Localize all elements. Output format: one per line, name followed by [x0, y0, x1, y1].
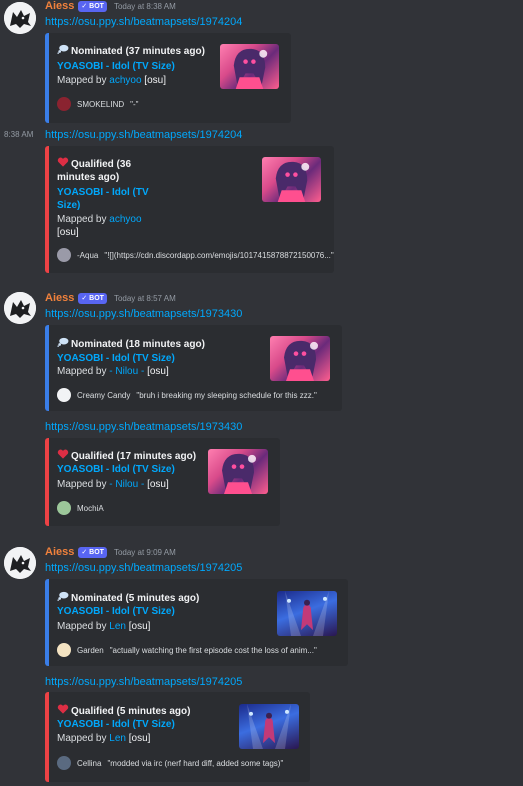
beatmap-thumbnail[interactable] — [277, 591, 337, 636]
hover-timestamp: 8:38 AM — [4, 130, 34, 139]
red-heart-icon — [57, 704, 69, 714]
bot-badge: ✓ BOT — [78, 546, 107, 558]
embed-mapper-line: Mapped by Len [osu] — [57, 621, 151, 632]
beatmap-link[interactable]: https://osu.ppy.sh/beatmapsets/1973430 — [45, 421, 242, 433]
thought-bubble-icon — [57, 44, 69, 54]
beatmap-thumbnail[interactable] — [239, 704, 299, 749]
beatmap-link[interactable]: https://osu.ppy.sh/beatmapsets/1974205 — [45, 676, 242, 688]
timestamp: Today at 8:57 AM — [113, 293, 176, 303]
user-avatar — [57, 388, 71, 402]
red-heart-icon — [57, 157, 69, 167]
embed-song-link[interactable]: YOASOBI - Idol (TV Size) — [57, 352, 175, 365]
username[interactable]: Aiess — [45, 546, 74, 558]
beatmap-thumbnail[interactable] — [208, 449, 268, 494]
embed-mapper-line: Mapped by achyoo [osu] — [57, 214, 142, 238]
wolf-logo-icon — [4, 2, 36, 34]
embed-card: Qualified (5 minutes ago) YOASOBI - Idol… — [45, 692, 310, 782]
bot-avatar[interactable] — [4, 547, 36, 579]
wolf-logo-icon — [4, 292, 36, 324]
red-heart-icon — [57, 449, 69, 459]
embed-footer: SMOKELIND "-" — [57, 97, 138, 111]
thought-bubble-icon — [57, 591, 69, 601]
embed-status: Qualified (36 minutes ago) — [57, 157, 132, 183]
beatmap-link[interactable]: https://osu.ppy.sh/beatmapsets/1974204 — [45, 129, 242, 141]
embed-accent-bar — [45, 33, 49, 123]
embed-status: Nominated (18 minutes ago) — [57, 337, 205, 351]
timestamp: Today at 8:38 AM — [113, 1, 176, 11]
embed-song-link[interactable]: YOASOBI - Idol (TV Size) — [57, 186, 149, 212]
mapper-link[interactable]: Len — [109, 733, 126, 744]
beatmap-thumbnail[interactable] — [262, 157, 321, 202]
beatmap-thumbnail[interactable] — [270, 336, 330, 381]
bot-badge: ✓ BOT — [78, 292, 107, 304]
embed-footer: Creamy Candy "bruh i breaking my sleeping… — [57, 388, 317, 402]
beatmap-link[interactable]: https://osu.ppy.sh/beatmapsets/1974205 — [45, 562, 242, 574]
message-header: Aiess ✓ BOT Today at 8:57 AM — [45, 292, 176, 304]
embed-card: Nominated (37 minutes ago) YOASOBI - Ido… — [45, 33, 291, 123]
mapper-link[interactable]: Len — [109, 621, 126, 632]
bot-badge: ✓ BOT — [78, 0, 107, 12]
mapper-link[interactable]: - Nilou - — [109, 366, 144, 377]
embed-status: Qualified (17 minutes ago) — [57, 449, 196, 463]
embed-song-link[interactable]: YOASOBI - Idol (TV Size) — [57, 605, 175, 618]
username[interactable]: Aiess — [45, 292, 74, 304]
username[interactable]: Aiess — [45, 0, 74, 12]
user-avatar — [57, 643, 71, 657]
embed-accent-bar — [45, 692, 49, 782]
embed-song-link[interactable]: YOASOBI - Idol (TV Size) — [57, 60, 175, 73]
embed-footer: Garden "actually watching the first episo… — [57, 643, 317, 657]
bot-avatar[interactable] — [4, 292, 36, 324]
bot-avatar[interactable] — [4, 2, 36, 34]
embed-mapper-line: Mapped by - Nilou - [osu] — [57, 366, 169, 377]
embed-card: Nominated (5 minutes ago) YOASOBI - Idol… — [45, 579, 348, 666]
embed-accent-bar — [45, 579, 49, 666]
embed-mapper-line: Mapped by achyoo [osu] — [57, 75, 166, 86]
mapper-link[interactable]: achyoo — [109, 214, 141, 225]
beatmap-link[interactable]: https://osu.ppy.sh/beatmapsets/1973430 — [45, 308, 242, 320]
embed-accent-bar — [45, 438, 49, 526]
embed-status: Nominated (5 minutes ago) — [57, 591, 199, 605]
beatmap-link[interactable]: https://osu.ppy.sh/beatmapsets/1974204 — [45, 16, 242, 28]
embed-card: Nominated (18 minutes ago) YOASOBI - Ido… — [45, 325, 342, 411]
embed-card: Qualified (17 minutes ago) YOASOBI - Ido… — [45, 438, 280, 526]
mapper-link[interactable]: achyoo — [109, 75, 141, 86]
user-avatar — [57, 501, 71, 515]
embed-card: Qualified (36 minutes ago) YOASOBI - Idol… — [45, 146, 334, 273]
embed-footer: -Aqua "![](https://cdn.discordapp.com/emo… — [57, 248, 334, 262]
embed-status: Qualified (5 minutes ago) — [57, 704, 190, 718]
embed-footer: MochiA — [57, 501, 104, 515]
message-header: Aiess ✓ BOT Today at 8:38 AM — [45, 0, 176, 12]
embed-song-link[interactable]: YOASOBI - Idol (TV Size) — [57, 463, 175, 476]
embed-status: Nominated (37 minutes ago) — [57, 44, 205, 58]
user-avatar — [57, 97, 71, 111]
user-avatar — [57, 248, 71, 262]
wolf-logo-icon — [4, 547, 36, 579]
embed-footer: Cellina "modded via irc (nerf hard diff, … — [57, 756, 283, 770]
user-avatar — [57, 756, 71, 770]
embed-mapper-line: Mapped by - Nilou - [osu] — [57, 479, 169, 490]
mapper-link[interactable]: - Nilou - — [109, 479, 144, 490]
embed-accent-bar — [45, 325, 49, 411]
beatmap-thumbnail[interactable] — [220, 44, 279, 89]
embed-accent-bar — [45, 146, 49, 273]
embed-song-link[interactable]: YOASOBI - Idol (TV Size) — [57, 718, 175, 731]
message-header: Aiess ✓ BOT Today at 9:09 AM — [45, 546, 176, 558]
timestamp: Today at 9:09 AM — [113, 547, 176, 557]
embed-mapper-line: Mapped by Len [osu] — [57, 733, 151, 744]
thought-bubble-icon — [57, 337, 69, 347]
